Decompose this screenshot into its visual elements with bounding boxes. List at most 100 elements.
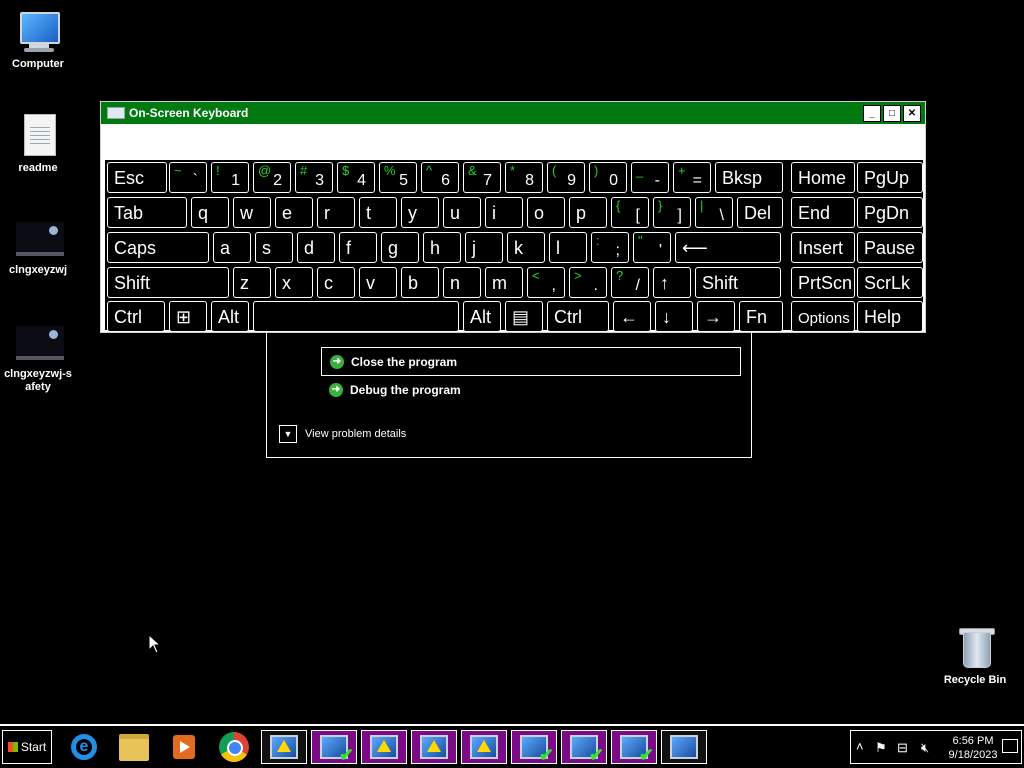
key-sym012[interactable]: _ - xyxy=(631,162,669,193)
taskbar-task-button[interactable]: ✔ xyxy=(511,730,557,764)
key-[interactable]: ▤ xyxy=(505,301,543,332)
media-player-pin[interactable] xyxy=(164,730,204,764)
desktop-icon-clngxeyzwj-safety[interactable]: clngxeyzwj-s afety xyxy=(0,320,76,394)
key-sym211[interactable]: " ' xyxy=(633,232,671,263)
close-button[interactable]: ✕ xyxy=(903,105,921,122)
key-sym310[interactable]: ? / xyxy=(611,267,649,298)
key-y[interactable]: y xyxy=(401,197,439,228)
key-h[interactable]: h xyxy=(423,232,461,263)
key-tab[interactable]: Tab xyxy=(107,197,187,228)
key-sym210[interactable]: :; xyxy=(591,232,629,263)
key-scrlk[interactable]: ScrLk xyxy=(857,267,923,298)
taskbar-task-button[interactable] xyxy=(261,730,307,764)
key-alt[interactable]: Alt xyxy=(463,301,501,332)
taskbar-task-button[interactable]: ✔ xyxy=(311,730,357,764)
key-insert[interactable]: Insert xyxy=(791,232,855,263)
key-prtscn[interactable]: PrtScn xyxy=(791,267,855,298)
key-sym111[interactable]: {[ xyxy=(611,197,649,228)
key-t[interactable]: t xyxy=(359,197,397,228)
clock[interactable]: 6:56 PM 9/18/2023 xyxy=(945,734,1001,762)
taskbar-task-button[interactable]: ✔ xyxy=(611,730,657,764)
key-options[interactable]: Options xyxy=(791,301,855,332)
taskbar-task-button[interactable] xyxy=(661,730,707,764)
key-shift[interactable]: Shift xyxy=(107,267,229,298)
show-hidden-icons-chevron-icon[interactable]: ˄ xyxy=(856,739,864,754)
key-f[interactable]: f xyxy=(339,232,377,263)
key-sym112[interactable]: }] xyxy=(653,197,691,228)
key-e[interactable]: e xyxy=(275,197,313,228)
desktop-icon-readme[interactable]: readme xyxy=(0,114,76,175)
key-sym39[interactable]: >. xyxy=(569,267,607,298)
key-z[interactable]: z xyxy=(233,267,271,298)
key-sym013[interactable]: + = xyxy=(673,162,711,193)
key-bksp[interactable]: Bksp xyxy=(715,162,783,193)
key-sym03[interactable]: @2 xyxy=(253,162,291,193)
maximize-button[interactable]: □ xyxy=(883,105,901,122)
key-[interactable]: → xyxy=(697,301,735,332)
key-d[interactable]: d xyxy=(297,232,335,263)
key-esc[interactable]: Esc xyxy=(107,162,167,193)
key-shift[interactable]: Shift xyxy=(695,267,781,298)
key-w[interactable]: w xyxy=(233,197,271,228)
key-[interactable]: ↓ xyxy=(655,301,693,332)
action-center-flag-icon[interactable]: ⚑ xyxy=(875,740,887,756)
key-sym010[interactable]: (9 xyxy=(547,162,585,193)
show-desktop-button[interactable] xyxy=(1002,739,1018,753)
key-ctrl[interactable]: Ctrl xyxy=(107,301,165,332)
key-end[interactable]: End xyxy=(791,197,855,228)
internet-explorer-pin[interactable]: e xyxy=(64,730,104,764)
key-j[interactable]: j xyxy=(465,232,503,263)
key-m[interactable]: m xyxy=(485,267,523,298)
key-b[interactable]: b xyxy=(401,267,439,298)
key-pause[interactable]: Pause xyxy=(857,232,923,263)
debug-program-button[interactable]: ➜ Debug the program xyxy=(321,376,739,403)
key-[interactable]: ↑ xyxy=(653,267,691,298)
key-help[interactable]: Help xyxy=(857,301,923,332)
key-sym05[interactable]: $4 xyxy=(337,162,375,193)
key-u[interactable]: u xyxy=(443,197,481,228)
osk-title-bar[interactable]: On-Screen Keyboard _ □ ✕ xyxy=(101,102,925,124)
key-del[interactable]: Del xyxy=(737,197,783,228)
key-sym07[interactable]: ^ 6 xyxy=(421,162,459,193)
key-n[interactable]: n xyxy=(443,267,481,298)
key-c[interactable]: c xyxy=(317,267,355,298)
key-l[interactable]: l xyxy=(549,232,587,263)
network-icon[interactable]: ⊟ xyxy=(897,740,908,756)
key-sym04[interactable]: #3 xyxy=(295,162,333,193)
key-sym08[interactable]: & 7 xyxy=(463,162,501,193)
key-pgup[interactable]: PgUp xyxy=(857,162,923,193)
key-o[interactable]: o xyxy=(527,197,565,228)
key-sym38[interactable]: <, xyxy=(527,267,565,298)
key-[interactable]: ⊞ xyxy=(169,301,207,332)
key-alt[interactable]: Alt xyxy=(211,301,249,332)
close-program-button[interactable]: ➜ Close the program xyxy=(321,347,741,376)
key-sym09[interactable]: * 8 xyxy=(505,162,543,193)
key-i[interactable]: i xyxy=(485,197,523,228)
key-v[interactable]: v xyxy=(359,267,397,298)
key-r[interactable]: r xyxy=(317,197,355,228)
key-x[interactable]: x xyxy=(275,267,313,298)
minimize-button[interactable]: _ xyxy=(863,105,881,122)
key-k[interactable]: k xyxy=(507,232,545,263)
key-fn[interactable]: Fn xyxy=(739,301,783,332)
desktop-icon-recycle-bin[interactable]: Recycle Bin xyxy=(937,626,1013,687)
key-sym06[interactable]: % 5 xyxy=(379,162,417,193)
key-[interactable]: ⟵ xyxy=(675,232,781,263)
key-sym02[interactable]: ! 1 xyxy=(211,162,249,193)
taskbar-task-button[interactable] xyxy=(461,730,507,764)
start-button[interactable]: Start xyxy=(2,730,52,764)
key-sym01[interactable]: ~ ` xyxy=(169,162,207,193)
key-caps[interactable]: Caps xyxy=(107,232,209,263)
view-problem-details-toggle[interactable]: ▼ View problem details xyxy=(279,425,406,443)
taskbar-task-button[interactable] xyxy=(361,730,407,764)
key-pgdn[interactable]: PgDn xyxy=(857,197,923,228)
key-[interactable]: ← xyxy=(613,301,651,332)
file-explorer-pin[interactable] xyxy=(114,730,154,764)
key-s[interactable]: s xyxy=(255,232,293,263)
key-a[interactable]: a xyxy=(213,232,251,263)
desktop-icon-computer[interactable]: Computer xyxy=(0,10,76,71)
volume-muted-icon[interactable]: 🔇︎ xyxy=(921,740,929,756)
key-ctrl[interactable]: Ctrl xyxy=(547,301,609,332)
taskbar-task-button[interactable]: ✔ xyxy=(561,730,607,764)
taskbar-task-button[interactable] xyxy=(411,730,457,764)
